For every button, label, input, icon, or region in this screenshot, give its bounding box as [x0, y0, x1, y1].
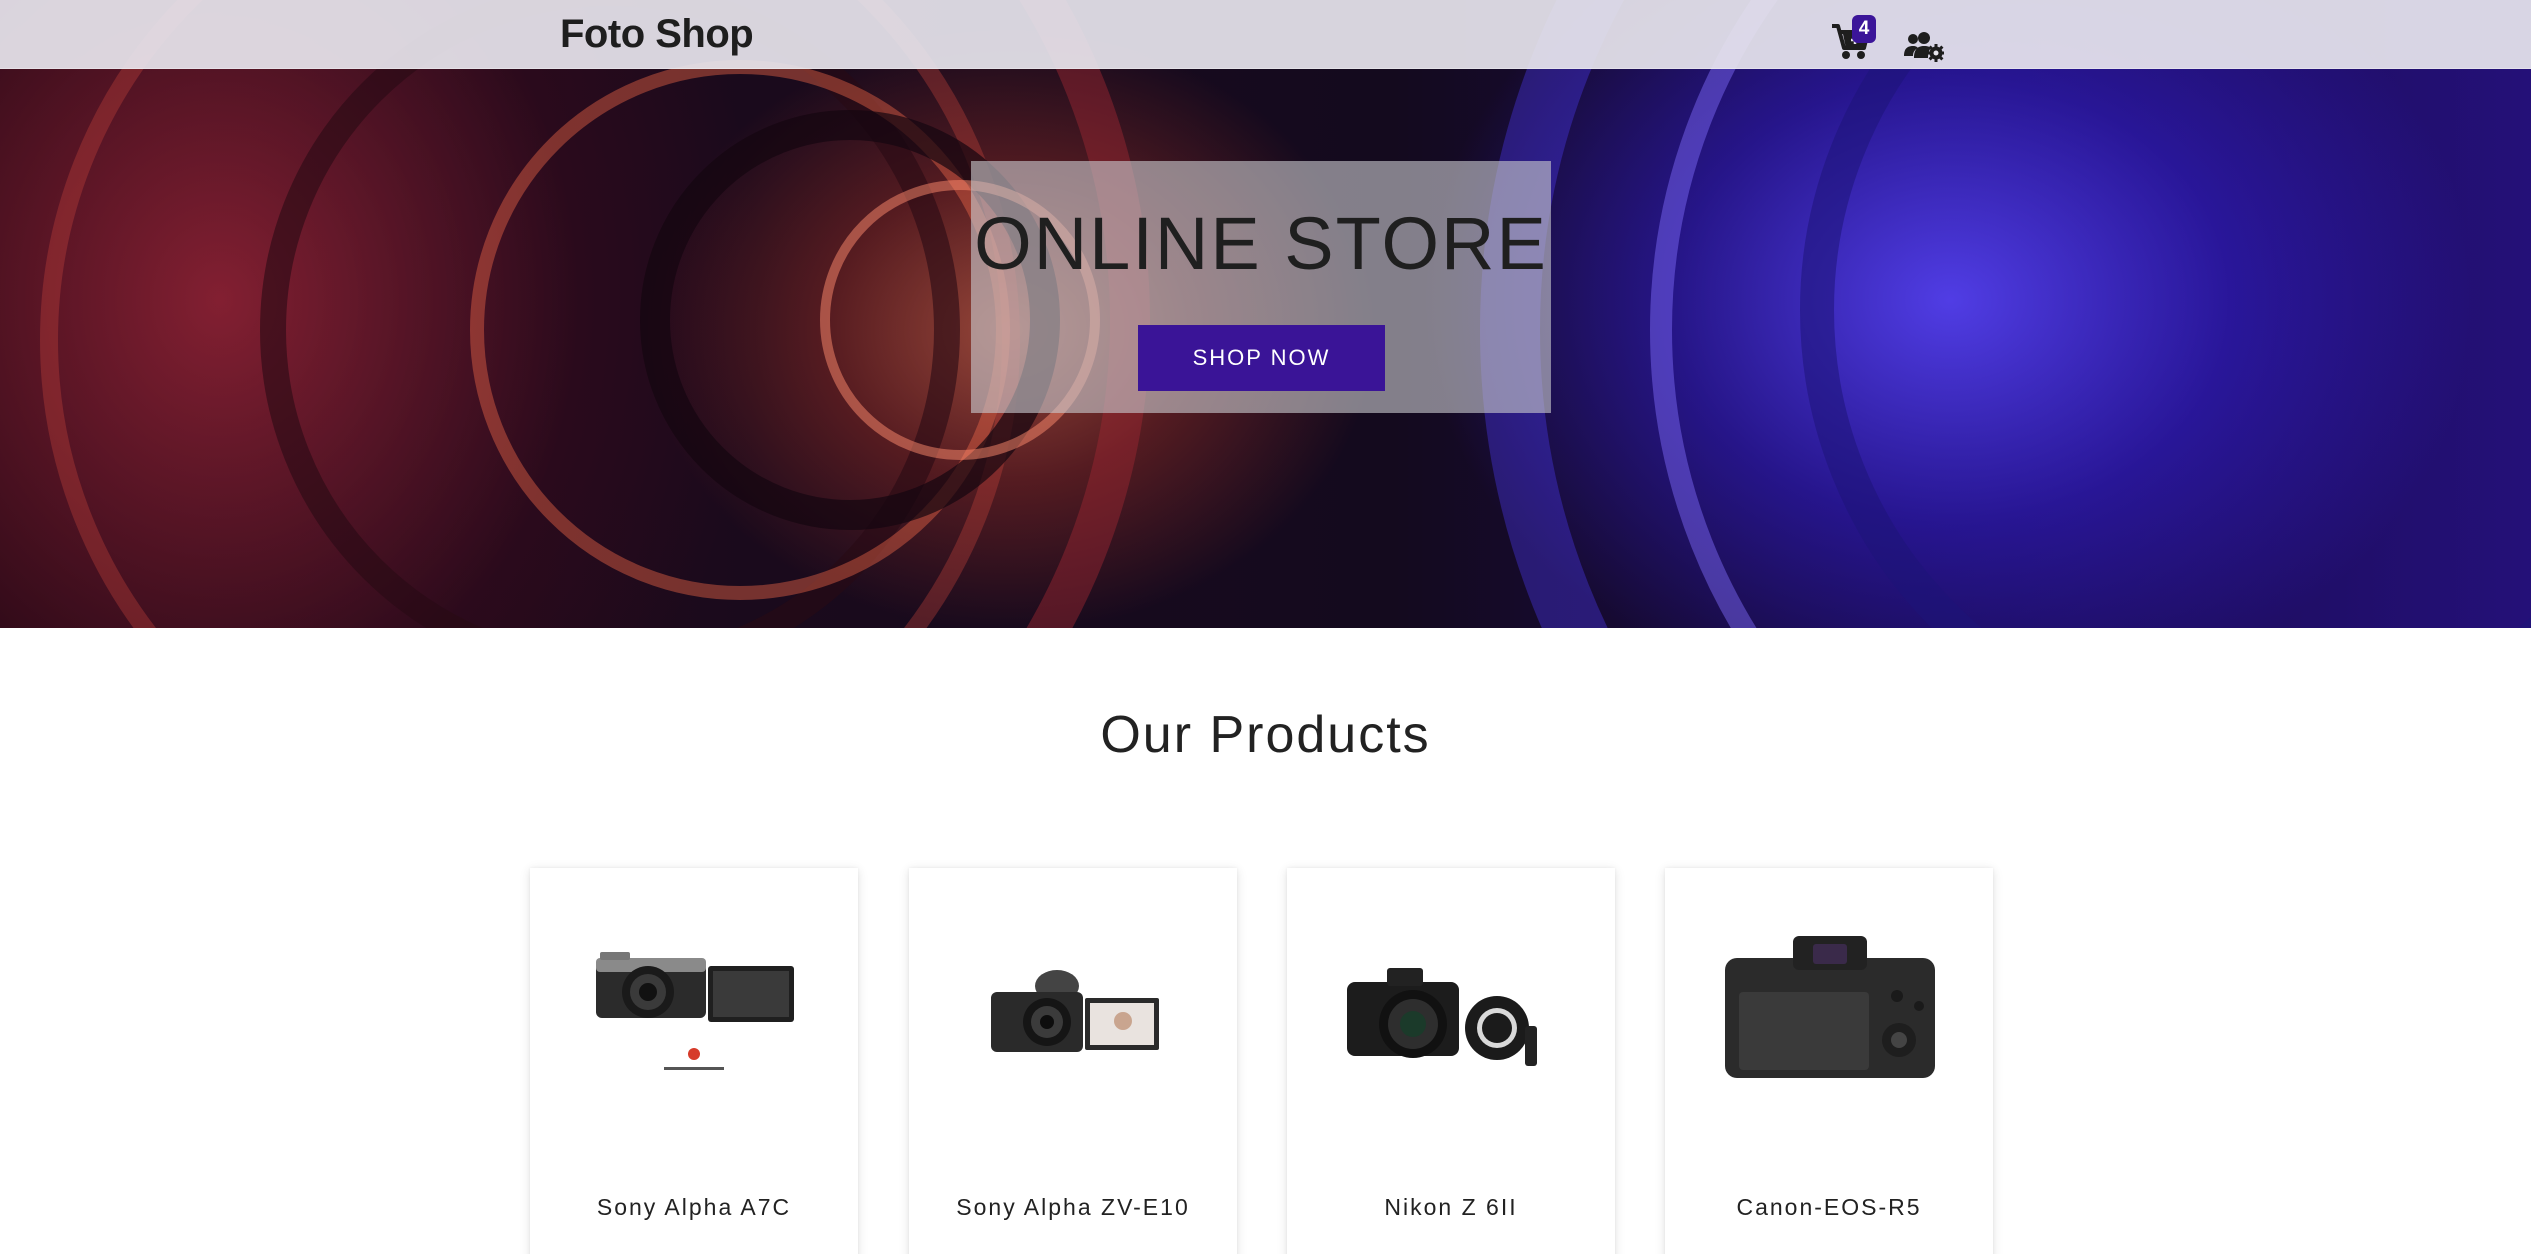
- product-name: Nikon Z 6II: [1384, 1194, 1518, 1220]
- users-cog-icon: [1904, 32, 1945, 62]
- product-card[interactable]: Nikon Z 6II: [1287, 868, 1615, 1254]
- product-name: Sony Alpha ZV-E10: [956, 1194, 1190, 1220]
- top-navbar: Foto Shop 4: [0, 0, 2531, 69]
- product-name: Canon-EOS-R5: [1736, 1194, 1922, 1220]
- admin-button[interactable]: [1904, 30, 1945, 62]
- lens-ring: [1800, 0, 2531, 628]
- products-title: Our Products: [1100, 706, 1431, 764]
- product-image: [991, 970, 1159, 1052]
- shop-now-button[interactable]: SHOP NOW: [1138, 325, 1385, 391]
- product-image: [1347, 968, 1537, 1066]
- product-card[interactable]: Canon-EOS-R5: [1665, 868, 1993, 1254]
- product-image: [596, 952, 794, 1070]
- product-card[interactable]: Sony Alpha ZV-E10: [909, 868, 1237, 1254]
- brand-logo[interactable]: Foto Shop: [560, 12, 754, 57]
- hero-title: ONLINE STORE: [974, 202, 1548, 285]
- product-image: [1725, 936, 1935, 1078]
- product-name: Sony Alpha A7C: [596, 1194, 792, 1220]
- cart-count-badge: 4: [1852, 15, 1876, 43]
- hero-overlay-box: ONLINE STORE SHOP NOW: [971, 161, 1551, 413]
- product-card[interactable]: Sony Alpha A7C: [530, 868, 858, 1254]
